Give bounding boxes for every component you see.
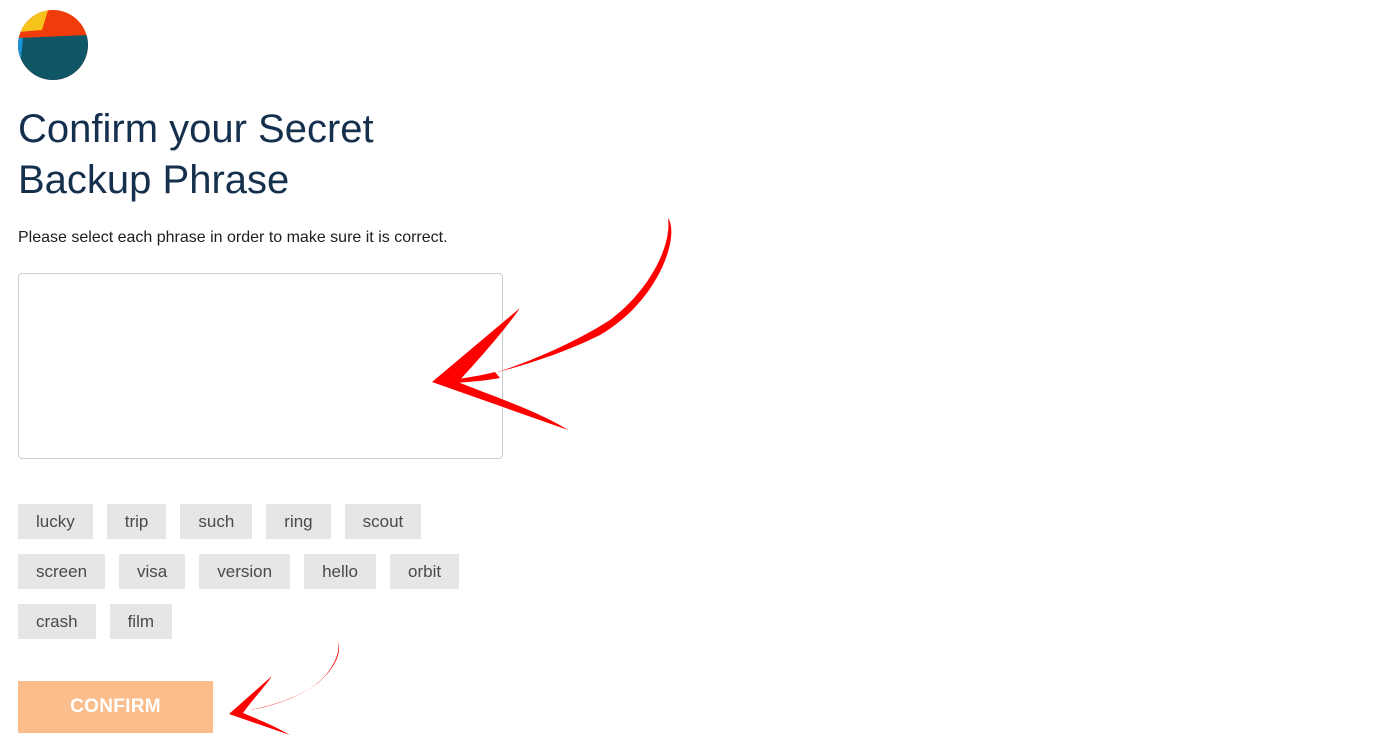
word-chip-screen[interactable]: screen: [18, 554, 106, 589]
instructions-text: Please select each phrase in order to ma…: [18, 229, 448, 246]
word-chip-row: screen visa version hello orbit: [18, 554, 460, 589]
word-chip-scout[interactable]: scout: [344, 504, 422, 539]
word-chip-such[interactable]: such: [180, 504, 253, 539]
word-chip-orbit[interactable]: orbit: [390, 554, 460, 589]
red-arrow-icon: [229, 639, 340, 735]
confirm-button[interactable]: CONFIRM: [18, 681, 213, 733]
word-chip-ring[interactable]: ring: [266, 504, 331, 539]
word-chip-film[interactable]: film: [109, 604, 173, 639]
word-chip-lucky[interactable]: lucky: [18, 504, 93, 539]
word-chip-row: lucky trip such ring scout: [18, 504, 422, 539]
word-chip-visa[interactable]: visa: [119, 554, 186, 589]
word-chip-version[interactable]: version: [199, 554, 291, 589]
word-chip-crash[interactable]: crash: [18, 604, 96, 639]
word-chip-hello[interactable]: hello: [304, 554, 376, 589]
selected-phrase-area[interactable]: [18, 273, 503, 459]
account-avatar-icon: [18, 10, 88, 80]
page-title: Confirm your Secret Backup Phrase: [18, 107, 374, 202]
word-chip-row: crash film: [18, 604, 173, 639]
word-chip-trip[interactable]: trip: [106, 504, 167, 539]
